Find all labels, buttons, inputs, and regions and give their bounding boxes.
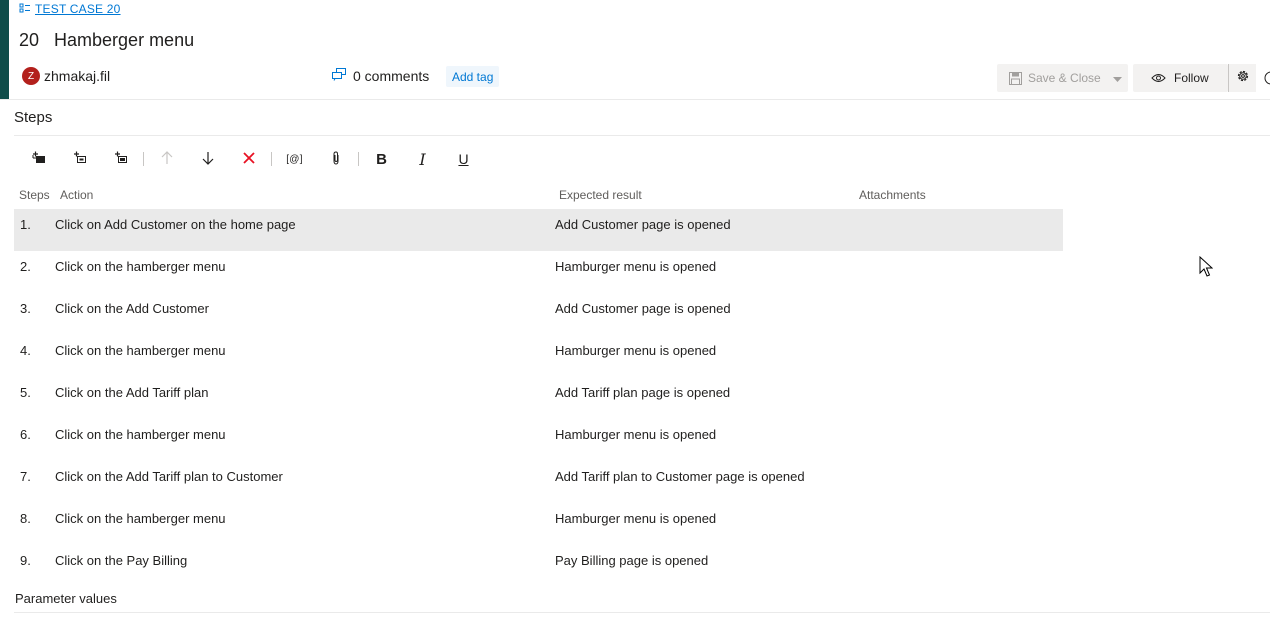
work-item-meta-row: Z zhmakaj.fil 0 comments Add tag Save & … [22, 64, 1270, 92]
step-number: 4. [20, 343, 31, 358]
work-item-id: 20 [19, 30, 40, 50]
history-icon[interactable] [1262, 69, 1270, 87]
step-expected-result[interactable]: Hamburger menu is opened [555, 343, 716, 358]
step-action[interactable]: Click on the hamberger menu [55, 511, 226, 526]
steps-section-title[interactable]: Steps [14, 109, 52, 126]
work-item-type-label[interactable]: TEST CASE 20 [35, 2, 121, 16]
steps-toolbar: [@] B I U [18, 146, 484, 172]
parameters-divider [14, 612, 1270, 613]
paperclip-icon [332, 150, 340, 168]
parameter-values-title[interactable]: Parameter values [15, 591, 117, 606]
insert-parameter-button[interactable]: [@] [274, 146, 315, 172]
step-expected-result[interactable]: Add Tariff plan page is opened [555, 385, 730, 400]
comments-link[interactable]: 0 comments [332, 68, 429, 84]
bold-button[interactable]: B [361, 146, 402, 172]
follow-button[interactable]: Follow [1133, 64, 1228, 92]
column-header-action: Action [60, 188, 94, 202]
step-expected-result[interactable]: Hamburger menu is opened [555, 511, 716, 526]
table-row[interactable]: 9. Click on the Pay Billing Pay Billing … [14, 545, 1063, 587]
column-header-steps: Steps [19, 188, 50, 202]
gear-icon [1236, 69, 1250, 88]
step-action[interactable]: Click on Add Customer on the home page [55, 217, 296, 232]
table-row[interactable]: 3. Click on the Add Customer Add Custome… [14, 293, 1063, 335]
mouse-cursor-icon [1199, 255, 1214, 283]
settings-button[interactable] [1228, 64, 1256, 92]
steps-table: 1. Click on Add Customer on the home pag… [14, 209, 1063, 587]
save-and-close-button[interactable]: Save & Close [997, 64, 1128, 92]
step-expected-result[interactable]: Add Customer page is opened [555, 301, 731, 316]
step-action[interactable]: Click on the hamberger menu [55, 343, 226, 358]
attach-button[interactable] [315, 146, 356, 172]
steps-divider [14, 135, 1270, 136]
step-expected-result[interactable]: Pay Billing page is opened [555, 553, 708, 568]
close-icon [242, 151, 255, 167]
table-row[interactable]: 8. Click on the hamberger menu Hamburger… [14, 503, 1063, 545]
table-row[interactable]: 1. Click on Add Customer on the home pag… [14, 209, 1063, 251]
avatar[interactable]: Z [22, 67, 40, 85]
insert-step-button[interactable] [18, 146, 59, 172]
step-expected-result[interactable]: Add Customer page is opened [555, 217, 731, 232]
step-number: 7. [20, 469, 31, 484]
header-divider [0, 99, 1270, 100]
chevron-down-icon[interactable] [1113, 72, 1122, 86]
underline-button[interactable]: U [443, 146, 484, 172]
table-row[interactable]: 6. Click on the hamberger menu Hamburger… [14, 419, 1063, 461]
table-row[interactable]: 5. Click on the Add Tariff plan Add Tari… [14, 377, 1063, 419]
step-number: 5. [20, 385, 31, 400]
follow-label: Follow [1174, 71, 1209, 85]
save-icon [1009, 71, 1022, 85]
comments-count: 0 comments [353, 68, 430, 84]
italic-button[interactable]: I [402, 146, 443, 172]
step-number: 8. [20, 511, 31, 526]
arrow-up-icon [161, 150, 173, 168]
assigned-user[interactable]: zhmakaj.fil [44, 68, 110, 84]
comments-icon [332, 68, 347, 84]
work-item-title[interactable]: Hamberger menu [54, 30, 194, 51]
step-action[interactable]: Click on the Add Tariff plan to Customer [55, 469, 283, 484]
step-number: 9. [20, 553, 31, 568]
column-header-attachments: Attachments [859, 188, 926, 202]
work-item-color-bar [0, 0, 9, 100]
step-number: 6. [20, 427, 31, 442]
step-expected-result[interactable]: Add Tariff plan to Customer page is open… [555, 469, 805, 484]
test-case-icon [19, 3, 31, 15]
move-down-button[interactable] [187, 146, 228, 172]
save-and-close-label: Save & Close [1028, 71, 1101, 85]
step-action[interactable]: Click on the hamberger menu [55, 427, 226, 442]
step-action[interactable]: Click on the Pay Billing [55, 553, 187, 568]
insert-shared-steps-button[interactable] [59, 146, 100, 172]
step-number: 1. [20, 217, 31, 232]
step-expected-result[interactable]: Hamburger menu is opened [555, 259, 716, 274]
toolbar-separator [271, 152, 272, 166]
move-up-button[interactable] [146, 146, 187, 172]
create-shared-steps-icon [114, 151, 128, 167]
step-expected-result[interactable]: Hamburger menu is opened [555, 427, 716, 442]
step-action[interactable]: Click on the Add Tariff plan [55, 385, 208, 400]
work-item-title-row: 20 Hamberger menu [19, 30, 194, 51]
add-tag-button[interactable]: Add tag [446, 66, 500, 87]
arrow-down-icon [202, 151, 214, 168]
create-shared-steps-button[interactable] [100, 146, 141, 172]
insert-shared-steps-icon [73, 151, 87, 167]
steps-column-headers: Steps Action Expected result Attachments [0, 188, 1270, 204]
column-header-expected: Expected result [559, 188, 642, 202]
delete-step-button[interactable] [228, 146, 269, 172]
table-row[interactable]: 7. Click on the Add Tariff plan to Custo… [14, 461, 1063, 503]
toolbar-separator [358, 152, 359, 166]
toolbar-separator [143, 152, 144, 166]
step-number: 3. [20, 301, 31, 316]
table-row[interactable]: 4. Click on the hamberger menu Hamburger… [14, 335, 1063, 377]
work-item-type-link[interactable]: TEST CASE 20 [19, 2, 121, 16]
step-action[interactable]: Click on the hamberger menu [55, 259, 226, 274]
step-action[interactable]: Click on the Add Customer [55, 301, 209, 316]
eye-icon [1151, 73, 1166, 83]
table-row[interactable]: 2. Click on the hamberger menu Hamburger… [14, 251, 1063, 293]
step-number: 2. [20, 259, 31, 274]
insert-step-icon [32, 151, 46, 167]
